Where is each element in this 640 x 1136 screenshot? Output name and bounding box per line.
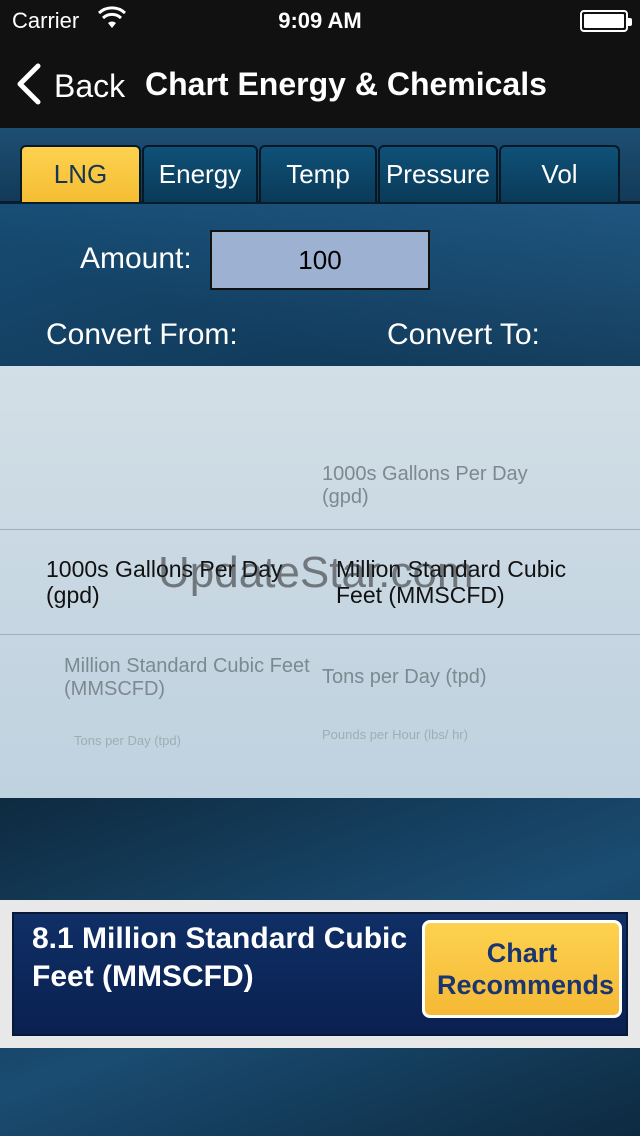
amount-input[interactable] bbox=[210, 230, 430, 290]
tab-label: Temp bbox=[286, 159, 350, 189]
unit-picker[interactable]: 1000s Gallons Per Day (gpd) Million Stan… bbox=[0, 366, 640, 798]
selection-top-line bbox=[0, 529, 640, 530]
from-picker-item[interactable]: Million Standard Cubic Feet (MMSCFD) bbox=[64, 655, 334, 701]
tab-lng[interactable]: LNG bbox=[20, 145, 141, 202]
selection-bottom-line bbox=[0, 634, 640, 635]
convert-from-label: Convert From: bbox=[46, 318, 238, 351]
battery-icon bbox=[580, 10, 632, 32]
tab-label: Pressure bbox=[385, 159, 491, 189]
tab-temp[interactable]: Temp bbox=[259, 145, 377, 202]
clock: 9:09 AM bbox=[278, 8, 362, 33]
to-picker-item[interactable]: 1000s Gallons Per Day (gpd) bbox=[322, 463, 562, 509]
tab-energy[interactable]: Energy bbox=[142, 145, 258, 202]
amount-label: Amount: bbox=[80, 242, 192, 275]
status-bar: Carrier 9:09 AM bbox=[0, 0, 640, 40]
chart-recommends-label: Chart Recommends bbox=[437, 937, 615, 1000]
chart-recommends-button[interactable]: Chart Recommends bbox=[422, 920, 622, 1018]
page-title: Chart Energy & Chemicals bbox=[145, 66, 547, 102]
convert-to-label: Convert To: bbox=[387, 318, 540, 351]
tab-label: Energy bbox=[158, 159, 242, 189]
tab-vol[interactable]: Vol bbox=[499, 145, 620, 202]
back-button[interactable]: Back bbox=[14, 62, 126, 111]
navigation-bar: Back Chart Energy & Chemicals bbox=[0, 40, 640, 128]
to-picker-item[interactable]: Tons per Day (tpd) bbox=[322, 666, 602, 689]
to-picker-item-selected[interactable]: Million Standard Cubic Feet (MMSCFD) bbox=[336, 556, 616, 609]
tab-label: LNG bbox=[53, 159, 108, 189]
tab-pressure[interactable]: Pressure bbox=[378, 145, 498, 202]
chevron-left-icon bbox=[14, 62, 42, 111]
from-picker-item[interactable]: Tons per Day (tpd) bbox=[74, 733, 314, 749]
to-picker-item[interactable]: Pounds per Hour (lbs/ hr) bbox=[322, 727, 582, 743]
back-label: Back bbox=[54, 67, 126, 104]
result-text: 8.1 Million Standard Cubic Feet (MMSCFD) bbox=[32, 922, 408, 993]
tab-bar: LNG Energy Temp Pressure Vol bbox=[0, 128, 640, 204]
from-picker-item-selected[interactable]: 1000s Gallons Per Day (gpd) bbox=[46, 556, 296, 609]
tab-label: Vol bbox=[541, 159, 578, 189]
